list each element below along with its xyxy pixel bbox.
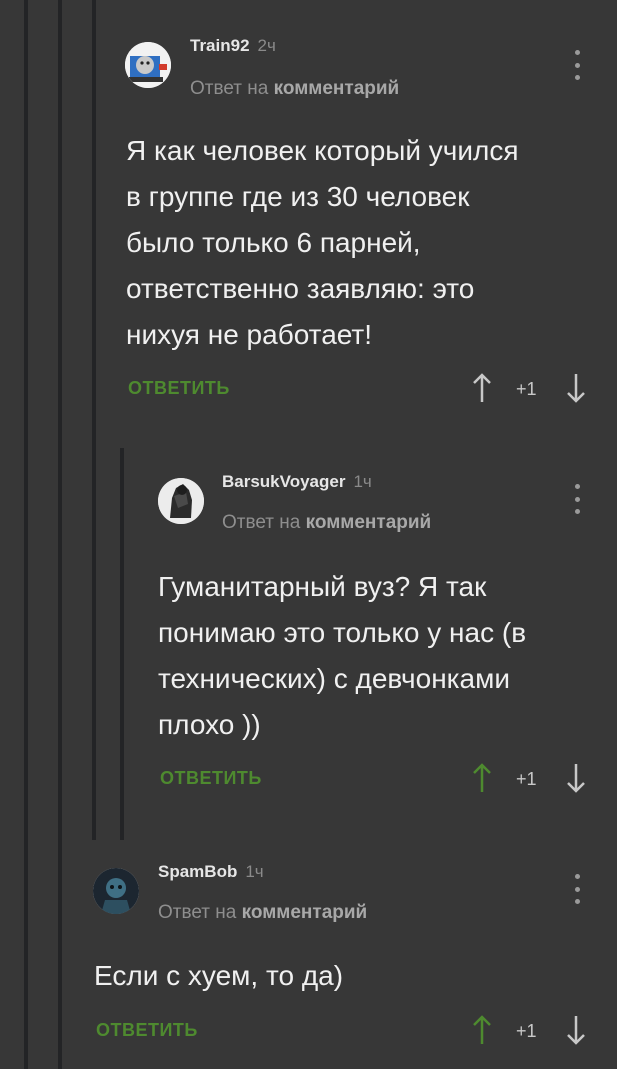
comment-barsukvoyager: BarsukVoyager 1ч Ответ на комментарий Гум…: [0, 440, 617, 840]
upvote-arrow-icon[interactable]: [472, 372, 492, 404]
downvote-arrow-icon[interactable]: [566, 1014, 586, 1046]
comment-spambob: SpamBob 1ч Ответ на комментарий Если с ху…: [0, 840, 617, 1069]
reply-to-prefix: Ответ на: [222, 512, 301, 533]
username-text[interactable]: SpamBob: [158, 862, 237, 881]
rating-count: +1: [516, 1021, 537, 1041]
reply-to-line: Ответ на комментарий: [190, 78, 399, 100]
reply-to-link[interactable]: комментарий: [242, 902, 368, 923]
rating-count: +1: [516, 379, 537, 399]
reply-button[interactable]: ОТВЕТИТЬ: [160, 768, 262, 789]
rating-count: +1: [516, 769, 537, 789]
reply-to-line: Ответ на комментарий: [158, 902, 367, 924]
thomas-train-avatar-icon: [125, 42, 171, 88]
timestamp: 1ч: [353, 472, 372, 491]
avatar[interactable]: [158, 478, 204, 524]
spambob-avatar-icon: [93, 868, 139, 914]
more-options-icon[interactable]: [572, 874, 582, 904]
reply-to-link[interactable]: комментарий: [274, 78, 400, 99]
downvote-arrow-icon[interactable]: [566, 372, 586, 404]
reply-to-prefix: Ответ на: [190, 78, 269, 99]
reply-to-prefix: Ответ на: [158, 902, 237, 923]
username[interactable]: SpamBob 1ч: [158, 862, 264, 882]
reply-to-line: Ответ на комментарий: [222, 512, 431, 534]
username[interactable]: BarsukVoyager 1ч: [222, 472, 372, 492]
reply-button[interactable]: ОТВЕТИТЬ: [96, 1020, 198, 1041]
timestamp: 2ч: [257, 36, 276, 55]
dark-figure-avatar-icon: [158, 478, 204, 524]
comment-train92: Train92 2ч Ответ на комментарий Я как чел…: [0, 0, 617, 440]
reply-to-link[interactable]: комментарий: [306, 512, 432, 533]
reply-button[interactable]: ОТВЕТИТЬ: [128, 378, 230, 399]
avatar[interactable]: [125, 42, 171, 88]
comment-text: Гуманитарный вуз? Я так понимаю это толь…: [158, 571, 527, 740]
upvote-arrow-icon[interactable]: [472, 1014, 492, 1046]
comment-text: Я как человек который учился в группе гд…: [126, 135, 519, 350]
username-text[interactable]: Train92: [190, 36, 250, 55]
more-options-icon[interactable]: [572, 484, 582, 514]
avatar[interactable]: [93, 868, 139, 914]
username[interactable]: Train92 2ч: [190, 36, 276, 56]
comment-text: Если с хуем, то да): [94, 960, 344, 991]
downvote-arrow-icon[interactable]: [566, 762, 586, 794]
username-text[interactable]: BarsukVoyager: [222, 472, 345, 491]
timestamp: 1ч: [245, 862, 264, 881]
upvote-arrow-icon[interactable]: [472, 762, 492, 794]
more-options-icon[interactable]: [572, 50, 582, 80]
